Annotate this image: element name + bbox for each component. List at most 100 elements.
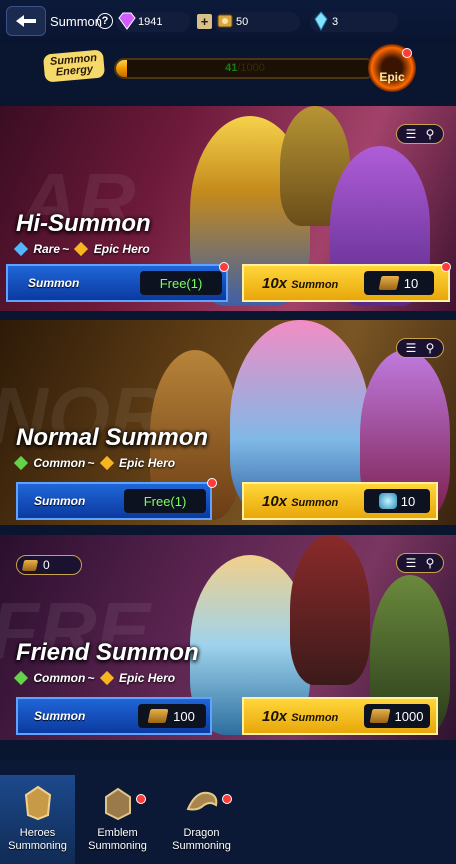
multi-summon-label: 10x Summon <box>262 708 338 725</box>
search-icon[interactable]: ⚲ <box>426 127 435 141</box>
crystal-icon <box>314 11 328 32</box>
multi-label: Summon <box>291 278 339 291</box>
multi-cost-value: 10 <box>400 493 416 509</box>
page-title: Summon <box>50 14 103 29</box>
multi-prefix: 10x <box>262 707 288 725</box>
emblem-summoning-icon <box>104 787 131 821</box>
search-icon[interactable]: ⚲ <box>426 341 435 355</box>
banner-tools: ☰ ⚲ <box>396 553 444 573</box>
rarity-to: Epic Hero <box>119 456 176 470</box>
rarity-to: Epic Hero <box>93 242 150 256</box>
friend-summon-banner: FRE 0 ☰ ⚲ Friend Summon Common ~ Epic Her… <box>0 535 456 740</box>
ticket-icon <box>217 14 233 28</box>
multi-cost: 1000 <box>364 704 430 728</box>
single-summon-label: Summon <box>34 709 86 723</box>
tab-heroes-summoning[interactable]: Heroes Summoning <box>0 775 75 864</box>
banner-rarity: Common ~ Epic Hero <box>13 455 176 471</box>
single-summon-label: Summon <box>28 276 80 290</box>
summon-energy-bar: 41/1000 <box>114 58 376 79</box>
free-notification-dot <box>219 262 229 272</box>
ticket-icon <box>378 276 400 290</box>
rarity-to: Epic Hero <box>119 671 176 685</box>
multi-cost-value: 10 <box>403 275 419 291</box>
multi-cost-value: 1000 <box>394 708 424 724</box>
ticket-balance: 50 <box>214 12 300 32</box>
tab-dragon-summoning[interactable]: Dragon Summoning <box>164 775 239 864</box>
emblem-notification-dot <box>136 794 146 804</box>
rare-gem-icon <box>13 241 29 257</box>
banner-tools: ☰ ⚲ <box>396 124 444 144</box>
energy-max: /1000 <box>237 62 265 74</box>
epic-badge-label: Epic <box>379 70 405 84</box>
crystal-balance: 3 <box>310 11 398 32</box>
energy-current: 41 <box>225 62 238 74</box>
search-icon[interactable]: ⚲ <box>426 556 435 570</box>
free-notification-dot <box>207 478 217 488</box>
hi-summon-banner: AR ☰ ⚲ Hi-Summon Rare ~ Epic Hero Summon … <box>0 106 456 311</box>
epic-gem-icon <box>99 670 114 686</box>
single-cost: Free(1) <box>140 271 222 295</box>
diamond-balance: 1941 <box>116 12 190 32</box>
diamond-count: 1941 <box>138 16 163 28</box>
heroes-summoning-icon <box>24 785 51 821</box>
banner-rarity: Common ~ Epic Hero <box>13 670 176 686</box>
rarity-sep: ~ <box>87 456 95 470</box>
friend-points-value: 0 <box>43 558 50 572</box>
back-button[interactable] <box>6 6 46 36</box>
banner-rarity: Rare ~ Epic Hero <box>13 241 150 257</box>
banner-title: Normal Summon <box>16 424 209 451</box>
rarity-from: Common <box>33 456 86 470</box>
epic-gem-icon <box>74 241 89 257</box>
top-bar: Summon ? 1941 + 50 3 <box>0 0 456 44</box>
crystal-icon <box>378 493 397 509</box>
multi-prefix: 10x <box>262 492 288 510</box>
list-icon[interactable]: ☰ <box>406 341 417 355</box>
list-icon[interactable]: ☰ <box>406 127 417 141</box>
crystal-count: 3 <box>332 16 339 28</box>
ticket-count: 50 <box>236 16 249 28</box>
epic-notification-dot <box>402 48 412 58</box>
single-summon-label: Summon <box>34 494 86 508</box>
multi-label: Summon <box>291 496 339 509</box>
single-summon-button[interactable]: Summon Free(1) <box>6 264 228 302</box>
add-diamond-button[interactable]: + <box>197 14 212 29</box>
rarity-sep: ~ <box>62 242 70 256</box>
rarity-from: Rare <box>33 242 61 256</box>
single-summon-button[interactable]: Summon Free(1) <box>16 482 212 520</box>
multi-summon-button[interactable]: 10x Summon 1000 <box>242 697 438 735</box>
single-cost-value: 100 <box>173 708 195 724</box>
diamond-icon <box>118 12 136 30</box>
multi-label: Summon <box>291 711 339 724</box>
multi-prefix: 10x <box>262 274 288 292</box>
multi-notification-dot <box>441 262 451 272</box>
summon-energy-label: Summon Energy <box>42 49 106 83</box>
single-cost: 100 <box>138 704 206 728</box>
epic-gem-icon <box>99 455 114 471</box>
single-summon-button[interactable]: Summon 100 <box>16 697 212 735</box>
tab-label: Dragon Summoning <box>172 827 231 852</box>
common-gem-icon <box>13 455 29 471</box>
multi-summon-button[interactable]: 10x Summon 10 <box>242 264 450 302</box>
normal-summon-banner: NOR ☰ ⚲ Normal Summon Common ~ Epic Hero … <box>0 320 456 525</box>
friend-coin-icon <box>147 709 169 723</box>
multi-cost: 10 <box>364 489 430 513</box>
back-arrow-icon <box>16 15 36 27</box>
hero-illustration <box>290 535 370 685</box>
rarity-sep: ~ <box>87 671 95 685</box>
multi-summon-label: 10x Summon <box>262 493 338 510</box>
question-icon[interactable]: ? <box>97 13 113 29</box>
banner-title: Hi-Summon <box>16 210 151 237</box>
tab-label: Emblem Summoning <box>88 827 147 852</box>
energy-text: 41/1000 <box>116 62 374 74</box>
banner-tools: ☰ ⚲ <box>396 338 444 358</box>
banner-title: Friend Summon <box>16 639 199 666</box>
common-gem-icon <box>13 670 29 686</box>
multi-summon-button[interactable]: 10x Summon 10 <box>242 482 438 520</box>
friend-points: 0 <box>16 555 82 575</box>
list-icon[interactable]: ☰ <box>406 556 417 570</box>
tab-emblem-summoning[interactable]: Emblem Summoning <box>80 775 155 864</box>
multi-summon-label: 10x Summon <box>262 275 338 292</box>
friend-coin-icon <box>21 559 39 571</box>
dragon-notification-dot <box>222 794 232 804</box>
dragon-summoning-icon <box>186 791 217 811</box>
